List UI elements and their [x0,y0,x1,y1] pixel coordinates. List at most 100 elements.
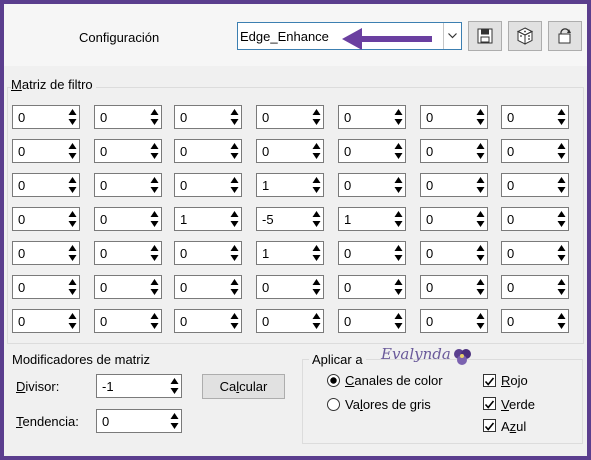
matrix-cell-stepper[interactable] [310,140,323,162]
matrix-cell-stepper[interactable] [148,208,161,230]
matrix-cell-stepper[interactable] [228,140,241,162]
matrix-cell-stepper[interactable] [148,140,161,162]
matrix-cell-r7-c6[interactable]: 0 [420,309,488,333]
matrix-cell-r2-c2[interactable]: 0 [94,139,162,163]
matrix-cell-r5-c5[interactable]: 0 [338,241,406,265]
matrix-cell-stepper[interactable] [392,174,405,196]
matrix-cell-stepper[interactable] [392,310,405,332]
matrix-cell-stepper[interactable] [555,106,568,128]
matrix-cell-stepper[interactable] [310,208,323,230]
divisor-stepper[interactable] [168,375,181,397]
matrix-cell-r4-c6[interactable]: 0 [420,207,488,231]
matrix-cell-r7-c3[interactable]: 0 [174,309,242,333]
matrix-cell-stepper[interactable] [148,310,161,332]
matrix-cell-r6-c5[interactable]: 0 [338,275,406,299]
matrix-cell-stepper[interactable] [66,106,79,128]
matrix-cell-r1-c1[interactable]: 0 [12,105,80,129]
matrix-cell-r6-c2[interactable]: 0 [94,275,162,299]
matrix-cell-r1-c7[interactable]: 0 [501,105,569,129]
preset-select[interactable]: Edge_Enhance [237,22,462,50]
matrix-cell-stepper[interactable] [66,140,79,162]
matrix-cell-stepper[interactable] [228,310,241,332]
matrix-cell-r5-c3[interactable]: 0 [174,241,242,265]
save-preset-button[interactable] [468,21,502,51]
divisor-spinbox[interactable]: -1 [96,374,182,398]
matrix-cell-stepper[interactable] [66,174,79,196]
matrix-cell-r5-c6[interactable]: 0 [420,241,488,265]
matrix-cell-stepper[interactable] [474,106,487,128]
matrix-cell-stepper[interactable] [310,276,323,298]
matrix-cell-stepper[interactable] [392,140,405,162]
matrix-cell-stepper[interactable] [228,208,241,230]
matrix-cell-r6-c6[interactable]: 0 [420,275,488,299]
matrix-cell-r6-c3[interactable]: 0 [174,275,242,299]
matrix-cell-r6-c1[interactable]: 0 [12,275,80,299]
matrix-cell-r1-c6[interactable]: 0 [420,105,488,129]
matrix-cell-r5-c4[interactable]: 1 [256,241,324,265]
bias-spinbox[interactable]: 0 [96,409,182,433]
matrix-cell-r6-c7[interactable]: 0 [501,275,569,299]
matrix-cell-stepper[interactable] [310,106,323,128]
matrix-cell-stepper[interactable] [148,106,161,128]
matrix-cell-r3-c1[interactable]: 0 [12,173,80,197]
matrix-cell-r7-c1[interactable]: 0 [12,309,80,333]
matrix-cell-stepper[interactable] [474,242,487,264]
matrix-cell-r1-c4[interactable]: 0 [256,105,324,129]
matrix-cell-stepper[interactable] [474,174,487,196]
matrix-cell-stepper[interactable] [228,174,241,196]
matrix-cell-stepper[interactable] [392,208,405,230]
matrix-cell-r4-c4[interactable]: -5 [256,207,324,231]
calculate-button[interactable]: Calcular [202,374,285,399]
preset-dropdown-button[interactable] [443,23,461,49]
matrix-cell-stepper[interactable] [555,310,568,332]
matrix-cell-r5-c7[interactable]: 0 [501,241,569,265]
matrix-cell-stepper[interactable] [66,310,79,332]
matrix-cell-r2-c4[interactable]: 0 [256,139,324,163]
matrix-cell-r2-c6[interactable]: 0 [420,139,488,163]
matrix-cell-r5-c2[interactable]: 0 [94,241,162,265]
matrix-cell-stepper[interactable] [148,174,161,196]
matrix-cell-stepper[interactable] [310,174,323,196]
matrix-cell-stepper[interactable] [66,276,79,298]
grayscale-radio[interactable] [327,398,340,411]
matrix-cell-r1-c3[interactable]: 0 [174,105,242,129]
matrix-cell-r7-c2[interactable]: 0 [94,309,162,333]
green-checkbox[interactable] [483,397,496,410]
matrix-cell-r4-c1[interactable]: 0 [12,207,80,231]
matrix-cell-r4-c2[interactable]: 0 [94,207,162,231]
matrix-cell-stepper[interactable] [555,140,568,162]
matrix-cell-r2-c1[interactable]: 0 [12,139,80,163]
random-button[interactable] [508,21,542,51]
matrix-cell-r7-c5[interactable]: 0 [338,309,406,333]
matrix-cell-stepper[interactable] [148,242,161,264]
matrix-cell-stepper[interactable] [392,106,405,128]
matrix-cell-r1-c5[interactable]: 0 [338,105,406,129]
matrix-cell-stepper[interactable] [555,208,568,230]
red-checkbox[interactable] [483,374,496,387]
matrix-cell-stepper[interactable] [474,208,487,230]
matrix-cell-stepper[interactable] [66,242,79,264]
matrix-cell-stepper[interactable] [310,310,323,332]
matrix-cell-r6-c4[interactable]: 0 [256,275,324,299]
matrix-cell-stepper[interactable] [392,242,405,264]
matrix-cell-stepper[interactable] [66,208,79,230]
matrix-cell-r2-c7[interactable]: 0 [501,139,569,163]
matrix-cell-stepper[interactable] [392,276,405,298]
matrix-cell-r1-c2[interactable]: 0 [94,105,162,129]
matrix-cell-r5-c1[interactable]: 0 [12,241,80,265]
matrix-cell-r3-c6[interactable]: 0 [420,173,488,197]
matrix-cell-r3-c4[interactable]: 1 [256,173,324,197]
matrix-cell-stepper[interactable] [474,140,487,162]
matrix-cell-r2-c3[interactable]: 0 [174,139,242,163]
matrix-cell-stepper[interactable] [228,242,241,264]
matrix-cell-r7-c7[interactable]: 0 [501,309,569,333]
blue-checkbox[interactable] [483,419,496,432]
matrix-cell-r4-c3[interactable]: 1 [174,207,242,231]
color-channels-radio[interactable] [327,374,340,387]
matrix-cell-stepper[interactable] [228,276,241,298]
matrix-cell-stepper[interactable] [148,276,161,298]
matrix-cell-r3-c5[interactable]: 0 [338,173,406,197]
matrix-cell-stepper[interactable] [555,174,568,196]
matrix-cell-r7-c4[interactable]: 0 [256,309,324,333]
matrix-cell-r3-c7[interactable]: 0 [501,173,569,197]
